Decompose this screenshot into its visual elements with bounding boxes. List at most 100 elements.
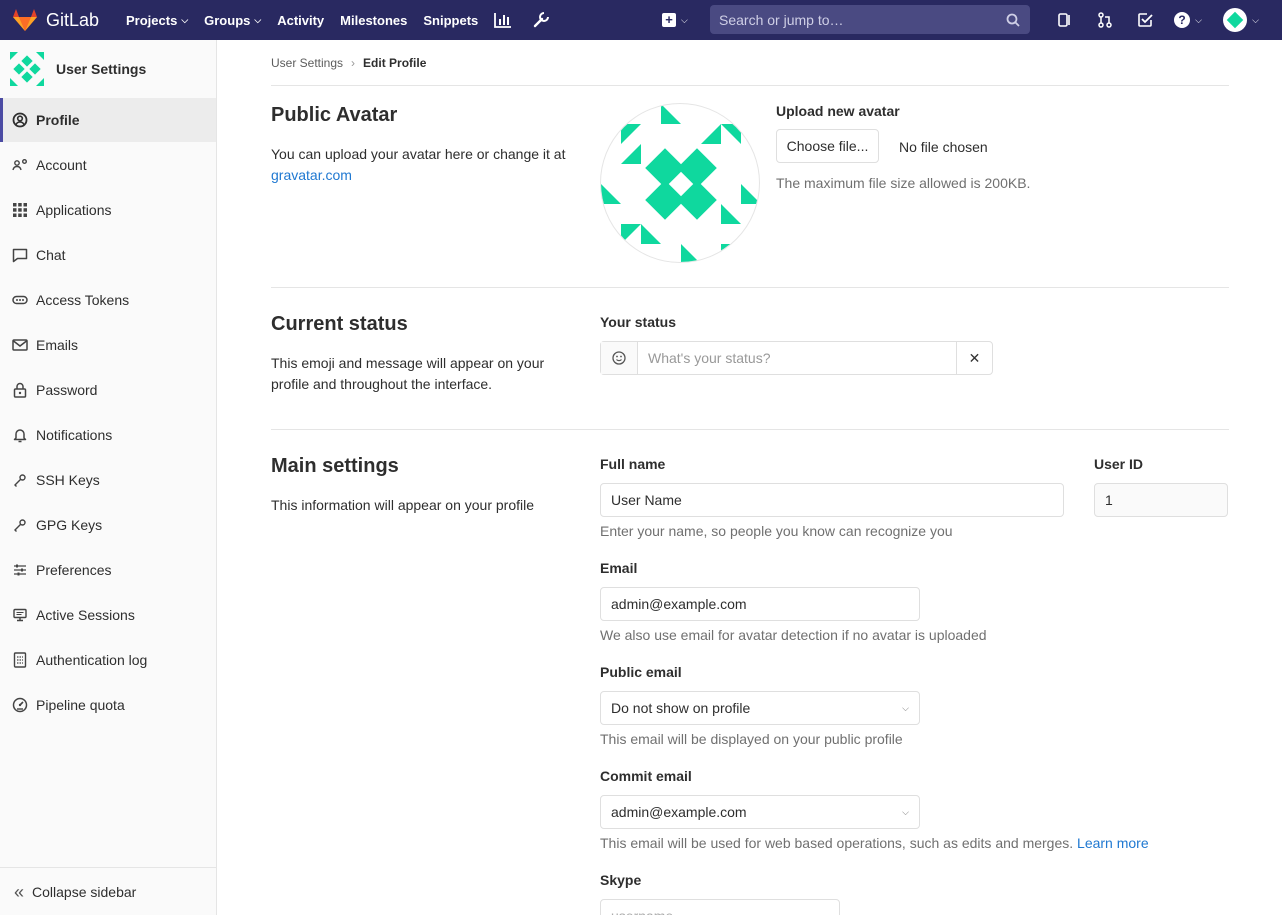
public-email-label: Public email — [600, 664, 682, 680]
issues-icon[interactable] — [1045, 0, 1085, 40]
sidebar-item-notifications[interactable]: Notifications — [0, 412, 216, 457]
email-input[interactable]: admin@example.com — [600, 587, 920, 621]
nav-groups-label: Groups — [204, 12, 251, 28]
skype-input[interactable]: username — [600, 899, 840, 915]
gravatar-link[interactable]: gravatar.com — [271, 165, 581, 186]
applications-icon — [12, 202, 28, 218]
skype-label: Skype — [600, 872, 642, 888]
sidebar-item-label: Password — [36, 381, 98, 398]
sidebar-item-ssh-keys[interactable]: SSH Keys — [0, 457, 216, 502]
sidebar-item-label: Pipeline quota — [36, 696, 125, 713]
emoji-picker-button[interactable] — [601, 342, 638, 374]
sidebar-item-preferences[interactable]: Preferences — [0, 547, 216, 592]
question-icon: ? — [1174, 12, 1191, 28]
profile-icon — [12, 112, 28, 128]
main-settings-title: Main settings — [271, 455, 399, 477]
plus-square-icon: + — [662, 13, 676, 27]
preferences-icon — [12, 562, 28, 578]
nav-activity[interactable]: Activity — [277, 13, 324, 28]
commit-email-help-text: This email will be used for web based op… — [600, 835, 1074, 851]
sidebar-item-label: Applications — [36, 201, 112, 218]
clear-status-button[interactable]: ✕ — [956, 342, 992, 374]
public-avatar-desc: You can upload your avatar here or chang… — [271, 144, 581, 186]
commit-email-select[interactable]: admin@example.com ⌵ — [600, 795, 920, 829]
key-icon — [12, 472, 28, 488]
current-status-desc: This emoji and message will appear on yo… — [271, 355, 545, 392]
avatar-image — [600, 103, 760, 263]
smiley-icon — [612, 351, 626, 365]
full-name-input[interactable]: User Name — [600, 483, 1064, 517]
chat-icon — [12, 247, 28, 263]
chevron-right-icon: › — [351, 55, 356, 70]
sidebar-item-applications[interactable]: Applications — [0, 187, 216, 232]
status-message-input[interactable]: What's your status? — [638, 342, 956, 374]
sidebar-item-pipeline-quota[interactable]: Pipeline quota — [0, 682, 216, 727]
chevron-down-icon: ⌵ — [181, 14, 189, 25]
admin-wrench-icon[interactable] — [532, 11, 550, 29]
public-email-help: This email will be displayed on your pub… — [600, 731, 903, 747]
avatar-size-help: The maximum file size allowed is 200KB. — [776, 175, 1031, 191]
breadcrumb: User Settings › Edit Profile — [271, 40, 1229, 86]
public-email-select[interactable]: Do not show on profile ⌵ — [600, 691, 920, 725]
choose-file-button[interactable]: Choose file... — [776, 129, 879, 163]
sidebar-item-active-sessions[interactable]: Active Sessions — [0, 592, 216, 637]
sidebar: User Settings Profile Account Applicatio… — [0, 40, 217, 915]
nav-projects-label: Projects — [126, 12, 178, 28]
nav-groups[interactable]: Groups ⌵ — [204, 13, 261, 28]
sidebar-item-label: Account — [36, 156, 87, 173]
user-id-label: User ID — [1094, 456, 1144, 472]
email-label: Email — [600, 560, 638, 576]
public-email-selected: Do not show on profile — [611, 700, 751, 716]
log-icon — [12, 651, 28, 668]
email-help: We also use email for avatar detection i… — [600, 627, 987, 643]
chevron-down-icon: ⌵ — [681, 14, 688, 25]
sidebar-item-label: SSH Keys — [36, 471, 100, 488]
search-input[interactable]: Search or jump to… — [710, 5, 1030, 34]
your-status-label: Your status — [600, 314, 676, 330]
sidebar-item-account[interactable]: Account — [0, 142, 216, 187]
commit-email-selected: admin@example.com — [611, 804, 747, 820]
nav-projects[interactable]: Projects ⌵ — [126, 13, 188, 28]
sidebar-item-gpg-keys[interactable]: GPG Keys — [0, 502, 216, 547]
sidebar-item-emails[interactable]: Emails — [0, 322, 216, 367]
sidebar-item-label: Active Sessions — [36, 606, 135, 623]
search-placeholder: Search or jump to… — [719, 11, 844, 28]
gitlab-home-link[interactable]: GitLab — [12, 8, 116, 32]
identicon-avatar-icon — [601, 104, 759, 262]
help-dropdown[interactable]: ? ⌵ — [1165, 0, 1211, 40]
chevron-down-icon: ⌵ — [1252, 14, 1259, 25]
analytics-icon[interactable] — [494, 12, 512, 28]
section-divider — [271, 429, 1229, 430]
chevron-down-icon: ⌵ — [1195, 14, 1202, 25]
sidebar-header[interactable]: User Settings — [0, 40, 216, 98]
learn-more-link[interactable]: Learn more — [1077, 835, 1149, 851]
section-divider — [271, 287, 1229, 288]
sidebar-item-label: Emails — [36, 336, 79, 353]
sidebar-item-label: Access Tokens — [36, 291, 130, 308]
sidebar-item-profile[interactable]: Profile — [0, 98, 216, 142]
collapse-sidebar-button[interactable]: « Collapse sidebar — [0, 867, 216, 915]
sidebar-title: User Settings — [56, 61, 147, 77]
top-navbar: GitLab Projects ⌵ Groups ⌵ Activity Milest… — [0, 0, 1282, 40]
new-item-dropdown[interactable]: + ⌵ — [662, 13, 688, 27]
main-settings-desc: This information will appear on your pro… — [271, 497, 535, 513]
todos-icon[interactable] — [1125, 0, 1165, 40]
breadcrumb-parent-link[interactable]: User Settings — [271, 56, 343, 70]
sidebar-item-password[interactable]: Password — [0, 367, 216, 412]
user-menu-dropdown[interactable]: ⌵ — [1211, 0, 1271, 40]
lock-icon — [12, 382, 28, 398]
sidebar-item-authentication-log[interactable]: Authentication log — [0, 637, 216, 682]
nav-snippets[interactable]: Snippets — [423, 13, 478, 28]
nav-milestones[interactable]: Milestones — [340, 13, 407, 28]
full-name-help: Enter your name, so people you know can … — [600, 523, 953, 539]
public-avatar-title: Public Avatar — [271, 104, 398, 126]
main-content: User Settings › Edit Profile Public Avat… — [271, 40, 1229, 915]
merge-requests-icon[interactable] — [1085, 0, 1125, 40]
double-chevron-left-icon: « — [14, 881, 25, 902]
sidebar-item-chat[interactable]: Chat — [0, 232, 216, 277]
collapse-sidebar-label: Collapse sidebar — [32, 883, 137, 900]
sidebar-item-access-tokens[interactable]: Access Tokens — [0, 277, 216, 322]
chevron-down-icon: ⌵ — [902, 702, 909, 713]
breadcrumb-current[interactable]: Edit Profile — [363, 56, 426, 70]
sidebar-item-label: GPG Keys — [36, 516, 103, 533]
